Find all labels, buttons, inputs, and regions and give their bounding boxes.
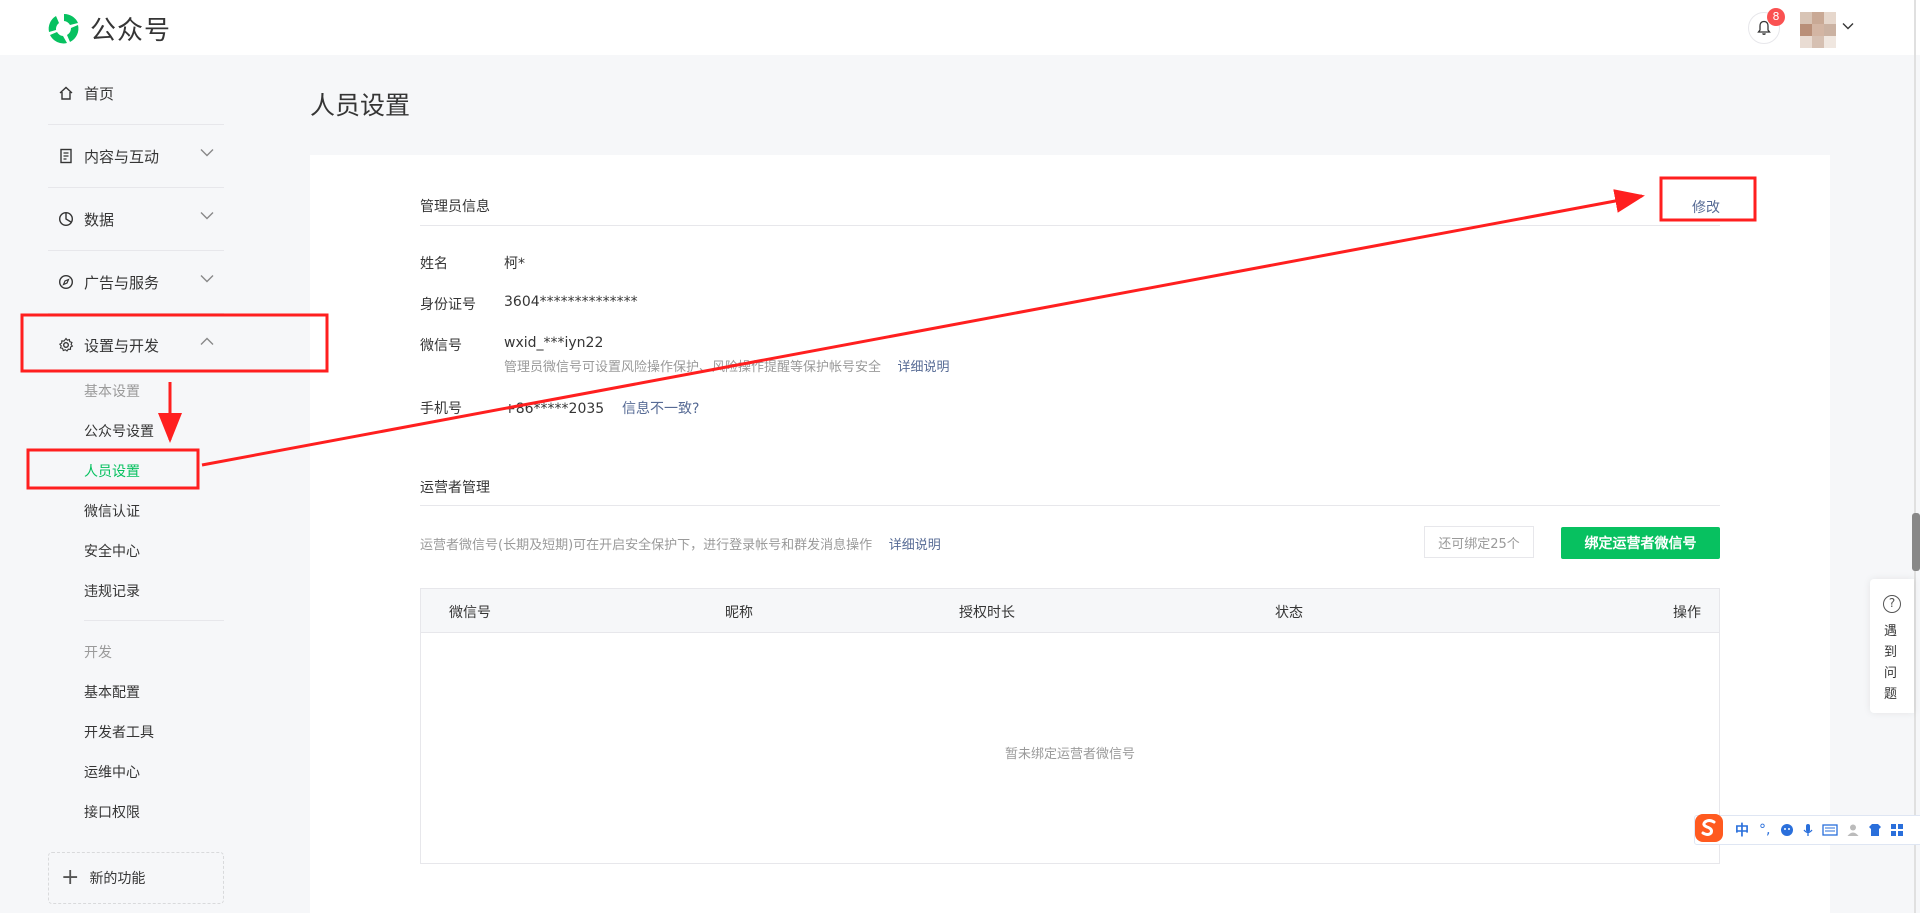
nav-ads-label: 广告与服务	[84, 273, 160, 292]
top-bar: 公众号 8	[0, 0, 1920, 55]
nav-home-label: 首页	[84, 84, 115, 103]
divider	[420, 505, 1720, 506]
edit-admin-link[interactable]: 修改	[1692, 197, 1720, 217]
avatar[interactable]	[1800, 12, 1836, 48]
ime-punct[interactable]: °,	[1759, 822, 1770, 838]
nav-api-permissions[interactable]: 接口权限	[84, 802, 140, 822]
chevron-up-icon	[200, 337, 214, 345]
operators-section-title: 运营者管理	[420, 480, 490, 496]
sogou-logo-icon	[1695, 814, 1723, 842]
question-icon: ?	[1883, 595, 1901, 613]
skin-icon[interactable]	[1868, 823, 1882, 837]
phone-value: +86*****2035	[504, 401, 605, 417]
content-card: 管理员信息 修改 姓名 柯* 身份证号 3604************** 微…	[310, 155, 1830, 913]
wechat-detail-link[interactable]: 详细说明	[898, 360, 950, 375]
gear-icon	[57, 336, 75, 354]
wechat-value: wxid_***iyn22	[504, 335, 604, 351]
column-nickname: 昵称	[725, 605, 753, 621]
keyboard-icon[interactable]	[1822, 824, 1839, 836]
chevron-down-icon[interactable]	[1842, 22, 1854, 30]
ime-mode[interactable]: 中	[1735, 820, 1749, 840]
document-icon	[57, 147, 75, 165]
divider	[84, 620, 224, 621]
nav-dev-tools[interactable]: 开发者工具	[84, 722, 154, 742]
nav-group-basic: 基本设置	[84, 384, 140, 400]
help-button[interactable]: ? 遇到问题	[1870, 579, 1914, 713]
admin-section-title: 管理员信息	[420, 199, 490, 215]
phone-label: 手机号	[420, 401, 462, 417]
logo[interactable]: 公众号	[46, 10, 171, 47]
nav-wechat-verify[interactable]: 微信认证	[84, 501, 140, 521]
phone-row: +86*****2035 信息不一致?	[504, 398, 699, 418]
nav-people-settings[interactable]: 人员设置	[84, 461, 140, 481]
column-duration: 授权时长	[959, 605, 1015, 621]
scrollbar-thumb[interactable]	[1912, 513, 1920, 571]
user-icon[interactable]	[1846, 823, 1860, 837]
new-features-label: 新的功能	[89, 871, 146, 887]
empty-state: 暂未绑定运营者微信号	[1004, 747, 1135, 762]
nav-basic-config[interactable]: 基本配置	[84, 682, 140, 702]
remaining-count: 还可绑定25个	[1424, 526, 1534, 558]
nav-data-label: 数据	[84, 210, 115, 229]
column-status: 状态	[1275, 605, 1303, 621]
operators-table: 微信号 昵称 授权时长 状态 操作 暂未绑定运营者微信号	[420, 588, 1720, 864]
name-label: 姓名	[420, 256, 448, 272]
page-title: 人员设置	[310, 91, 411, 120]
grid-menu-icon[interactable]	[1890, 823, 1904, 837]
home-icon	[57, 84, 75, 102]
operators-detail-link[interactable]: 详细说明	[889, 538, 941, 553]
plus-icon: +	[61, 865, 80, 890]
scrollbar-track[interactable]	[1914, 0, 1916, 913]
wechat-official-logo-icon	[48, 13, 79, 43]
table-header: 微信号 昵称 授权时长 状态 操作	[421, 589, 1719, 633]
app-name: 公众号	[90, 16, 172, 46]
nav-data[interactable]: 数据	[48, 188, 224, 250]
nav-content[interactable]: 内容与互动	[48, 125, 224, 187]
column-actions: 操作	[1673, 605, 1701, 621]
operators-description-text: 运营者微信号(长期及短期)可在开启安全保护下，进行登录帐号和群发消息操作	[420, 538, 873, 553]
help-label: 遇到问题	[1884, 624, 1898, 702]
nav-security-center[interactable]: 安全中心	[84, 541, 140, 561]
new-features-button[interactable]: + 新的功能	[48, 852, 224, 904]
chevron-down-icon	[200, 275, 214, 283]
nav-group-dev: 开发	[84, 645, 112, 661]
wechat-hint: 管理员微信号可设置风险操作保护、风险操作提醒等保护帐号安全 详细说明	[504, 356, 950, 375]
id-label: 身份证号	[420, 297, 476, 313]
nav-content-label: 内容与互动	[84, 147, 160, 166]
nav-ads[interactable]: 广告与服务	[48, 251, 224, 313]
microphone-icon[interactable]	[1802, 823, 1814, 837]
nav-violation-records[interactable]: 违规记录	[84, 581, 140, 601]
column-wechat: 微信号	[449, 605, 491, 621]
nav-settings-label: 设置与开发	[84, 336, 160, 355]
nav-ops-center[interactable]: 运维中心	[84, 762, 140, 782]
info-mismatch-link[interactable]: 信息不一致?	[622, 401, 699, 417]
nav-home[interactable]: 首页	[48, 62, 224, 124]
wechat-hint-text: 管理员微信号可设置风险操作保护、风险操作提醒等保护帐号安全	[504, 360, 882, 375]
chevron-down-icon	[200, 212, 214, 220]
notification-badge: 8	[1767, 8, 1785, 26]
bind-operator-button[interactable]: 绑定运营者微信号	[1561, 527, 1720, 559]
chevron-down-icon	[200, 149, 214, 157]
id-value: 3604**************	[504, 294, 638, 310]
compass-icon	[57, 273, 75, 291]
nav-settings[interactable]: 设置与开发	[48, 314, 224, 376]
emoji-icon[interactable]	[1780, 823, 1794, 837]
name-value: 柯*	[504, 256, 525, 272]
ime-toolbar[interactable]: 中 °,	[1694, 814, 1920, 845]
divider	[420, 225, 1720, 226]
pie-chart-icon	[57, 210, 75, 228]
nav-account-settings[interactable]: 公众号设置	[84, 421, 154, 441]
operators-description: 运营者微信号(长期及短期)可在开启安全保护下，进行登录帐号和群发消息操作 详细说…	[420, 534, 941, 553]
wechat-label: 微信号	[420, 338, 462, 354]
